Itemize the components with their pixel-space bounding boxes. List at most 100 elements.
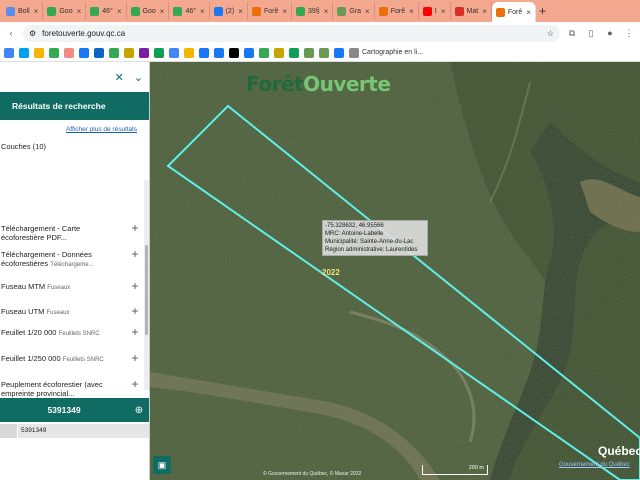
sidebar-icon[interactable]: ▯: [584, 26, 598, 40]
tab-favicon-icon: [6, 6, 15, 16]
layer-item[interactable]: Fuseau MTM Fuseaux +: [0, 280, 144, 293]
map-view[interactable]: ForêtOuverte -75.328632, 46.95566 MRC: A…: [150, 62, 640, 480]
bookmark-icon[interactable]: [184, 47, 194, 58]
add-layer-icon[interactable]: +: [126, 326, 144, 338]
browser-tab[interactable]: Boll ×: [2, 2, 44, 20]
browser-tab[interactable]: 46° ×: [169, 2, 210, 20]
tab-favicon-icon: [454, 6, 464, 16]
bookmark-icon[interactable]: [4, 47, 14, 58]
back-icon[interactable]: ‹: [4, 26, 18, 40]
add-layer-icon[interactable]: +: [126, 352, 144, 364]
bookmark-icon[interactable]: [109, 47, 119, 58]
bookmark-icon[interactable]: [214, 47, 224, 58]
omnibox[interactable]: ⚙ foretouverte.gouv.qc.ca ☆: [23, 24, 560, 42]
bookmark-cartographie[interactable]: Cartographie en li...: [349, 47, 423, 58]
panel-scrollbar[interactable]: [144, 180, 149, 390]
bookmark-icon[interactable]: [124, 47, 134, 58]
tab-close-icon[interactable]: ×: [238, 7, 243, 16]
browser-tab[interactable]: Ⅰ ×: [419, 2, 451, 20]
table-row[interactable]: 5391349: [0, 424, 149, 438]
profile-icon[interactable]: ●: [603, 26, 617, 40]
bookmark-icon[interactable]: [334, 47, 344, 58]
basemap-toggle-button[interactable]: ▣: [153, 456, 171, 474]
browser-tab[interactable]: Mat ×: [451, 2, 492, 20]
tab-label: Gra: [349, 7, 362, 15]
tab-close-icon[interactable]: ×: [324, 7, 329, 16]
tab-close-icon[interactable]: ×: [441, 7, 446, 16]
bookmark-icon[interactable]: [154, 47, 164, 58]
tab-close-icon[interactable]: ×: [34, 7, 39, 16]
browser-tab[interactable]: Forê ×: [375, 2, 419, 20]
layer-item[interactable]: Peuplement écoforestier (avec empreinte …: [0, 378, 144, 400]
zoom-to-icon[interactable]: ⊕: [128, 405, 149, 416]
bookmark-icon[interactable]: [199, 47, 209, 58]
bookmark-icon[interactable]: [304, 47, 314, 58]
bookmark-icon[interactable]: [79, 47, 89, 58]
browser-tab[interactable]: Gra ×: [333, 2, 375, 20]
bookmark-icon[interactable]: [94, 47, 104, 58]
add-layer-icon[interactable]: +: [126, 280, 144, 292]
layer-sub: Téléchargeme...: [50, 262, 94, 268]
browser-tab[interactable]: Goo ×: [43, 2, 87, 20]
menu-icon[interactable]: ⋮: [622, 26, 636, 40]
tab-close-icon[interactable]: ×: [365, 7, 370, 16]
layer-item[interactable]: Feuillet 1/20 000 Feuillets SNRC +: [0, 326, 144, 339]
add-layer-icon[interactable]: +: [126, 305, 144, 317]
tab-close-icon[interactable]: ×: [117, 7, 122, 16]
bookmark-icon[interactable]: [49, 47, 59, 58]
add-layer-icon[interactable]: +: [126, 248, 144, 260]
browser-tab[interactable]: 46° ×: [86, 2, 127, 20]
bookmarks-bar: Cartographie en li...: [0, 44, 640, 62]
bookmark-icon[interactable]: [244, 47, 254, 58]
tab-close-icon[interactable]: ×: [282, 7, 287, 16]
tab-close-icon[interactable]: ×: [526, 8, 531, 17]
tab-label: Mat: [466, 7, 479, 15]
tab-close-icon[interactable]: ×: [160, 7, 165, 16]
browser-tab[interactable]: Forê ×: [248, 2, 293, 20]
bookmark-icon[interactable]: [34, 47, 44, 58]
map-attribution: © Gouvernement du Québec, © Maxar 2022: [263, 471, 362, 477]
tab-favicon-icon: [47, 6, 57, 16]
popup-municipality: Municipalité: Sainte-Anne-du-Lac: [325, 239, 414, 245]
row-value: 5391349: [18, 424, 149, 438]
new-tab-icon[interactable]: +: [536, 4, 549, 18]
browser-tab[interactable]: Forê ×: [491, 2, 536, 22]
panel-toolbar: ✕ ⌄: [0, 62, 149, 92]
layer-item[interactable]: Fuseau UTM Fuseaux +: [0, 305, 144, 318]
tab-close-icon[interactable]: ×: [200, 7, 205, 16]
browser-tab[interactable]: Goo ×: [127, 2, 170, 20]
add-layer-icon[interactable]: +: [126, 378, 144, 390]
browser-tab[interactable]: (2) ×: [210, 2, 248, 20]
browser-tab[interactable]: 39§ ×: [292, 2, 334, 20]
layer-item[interactable]: Téléchargement - Carte écoforestière PDF…: [0, 222, 144, 244]
tab-close-icon[interactable]: ×: [77, 7, 82, 16]
tab-close-icon[interactable]: ×: [409, 7, 414, 16]
results-header: Résultats de recherche: [0, 92, 149, 120]
row-handle: [0, 424, 18, 438]
more-results-link[interactable]: Afficher plus de résultats: [0, 120, 149, 138]
layer-item[interactable]: Feuillet 1/250 000 Feuillets SNRC +: [0, 352, 144, 365]
chevron-down-icon[interactable]: ⌄: [134, 71, 143, 84]
bookmark-icon[interactable]: [64, 47, 74, 58]
scroll-thumb[interactable]: [145, 245, 148, 335]
bookmark-icon[interactable]: [169, 47, 179, 58]
quebec-link[interactable]: Gouvernement du Québec: [559, 462, 630, 468]
bookmark-icon[interactable]: [259, 47, 269, 58]
bookmark-star-icon[interactable]: ☆: [547, 29, 554, 38]
popup-coords: -75.328632, 46.95566: [325, 223, 384, 229]
bookmark-icon[interactable]: [139, 47, 149, 58]
extensions-icon[interactable]: ⧉: [565, 26, 579, 40]
layer-item[interactable]: Téléchargement - Données écoforestières …: [0, 248, 144, 270]
bookmark-icon[interactable]: [319, 47, 329, 58]
bookmark-icon[interactable]: [229, 47, 239, 58]
layer-sub: Fuseaux: [46, 310, 70, 316]
tab-label: 46°: [185, 7, 197, 15]
url-text[interactable]: foretouverte.gouv.qc.ca: [42, 29, 541, 38]
close-icon[interactable]: ✕: [115, 71, 124, 84]
tab-close-icon[interactable]: ×: [482, 7, 487, 16]
bookmark-icon[interactable]: [19, 47, 29, 58]
site-settings-icon[interactable]: ⚙: [29, 29, 36, 38]
bookmark-icon[interactable]: [274, 47, 284, 58]
add-layer-icon[interactable]: +: [126, 222, 144, 234]
bookmark-icon[interactable]: [289, 47, 299, 58]
